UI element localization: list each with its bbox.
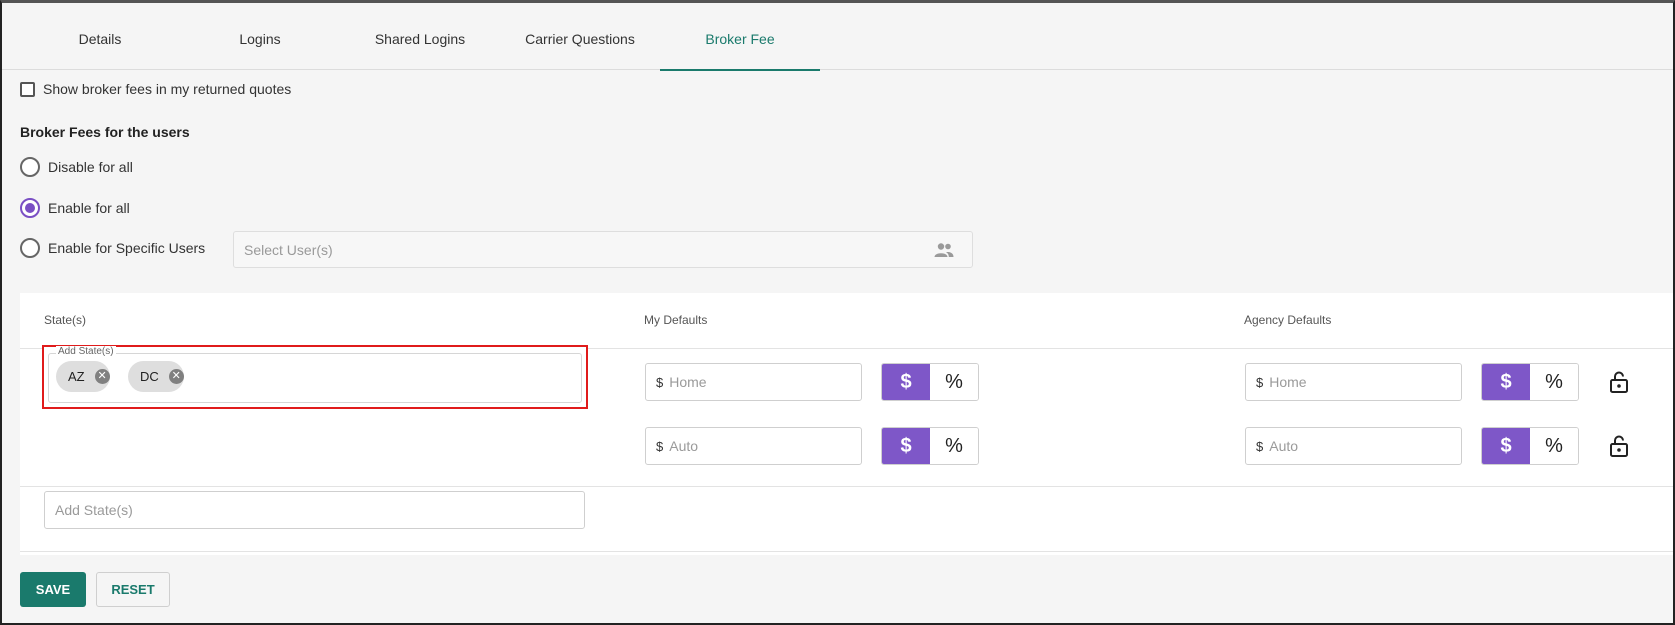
tab-logins[interactable]: Logins — [180, 7, 340, 70]
agency-auto-fee-input[interactable]: $ Auto — [1245, 427, 1462, 465]
auto-placeholder: Auto — [669, 438, 699, 454]
home-placeholder: Home — [669, 374, 707, 390]
agency-home-fee-type-toggle: $ % — [1481, 363, 1579, 401]
percent-toggle-button[interactable]: % — [930, 428, 978, 464]
tab-broker-fee[interactable]: Broker Fee — [660, 7, 820, 71]
my-auto-fee-input[interactable]: $ Auto — [645, 427, 862, 465]
broker-fee-page: Details Logins Shared Logins Carrier Que… — [0, 0, 1675, 625]
dollar-toggle-button[interactable]: $ — [882, 428, 930, 464]
states-column-header: State(s) — [44, 313, 87, 327]
divider — [20, 486, 1673, 487]
radio-disable-all[interactable]: Disable for all — [20, 157, 133, 177]
dollar-prefix: $ — [656, 374, 664, 390]
reset-button[interactable]: RESET — [96, 572, 170, 607]
percent-toggle-button[interactable]: % — [1530, 428, 1578, 464]
state-field-label: Add State(s) — [56, 346, 116, 357]
radio-button[interactable] — [20, 238, 40, 258]
dollar-prefix: $ — [1256, 374, 1264, 390]
agency-auto-fee-type-toggle: $ % — [1481, 427, 1579, 465]
radio-button-checked[interactable] — [20, 198, 40, 218]
select-users-field[interactable]: Select User(s) — [233, 231, 973, 268]
state-chip[interactable]: AZ ✕ — [56, 361, 110, 392]
tab-carrier-questions[interactable]: Carrier Questions — [500, 7, 660, 70]
home-placeholder: Home — [1269, 374, 1307, 390]
dollar-toggle-button[interactable]: $ — [1482, 364, 1530, 400]
agency-home-fee-input[interactable]: $ Home — [1245, 363, 1462, 401]
divider — [20, 551, 1673, 552]
unlock-icon[interactable] — [1609, 370, 1629, 394]
state-chip[interactable]: DC ✕ — [128, 361, 184, 392]
my-home-fee-input[interactable]: $ Home — [645, 363, 862, 401]
show-fees-checkbox[interactable] — [20, 81, 35, 97]
dollar-toggle-button[interactable]: $ — [882, 364, 930, 400]
dollar-prefix: $ — [1256, 438, 1264, 454]
people-icon — [934, 243, 954, 257]
unlock-icon[interactable] — [1609, 434, 1629, 458]
radio-label: Disable for all — [48, 159, 133, 175]
save-button[interactable]: SAVE — [20, 572, 86, 607]
radio-enable-specific[interactable]: Enable for Specific Users — [20, 238, 205, 258]
radio-button[interactable] — [20, 157, 40, 177]
dollar-prefix: $ — [656, 438, 664, 454]
percent-toggle-button[interactable]: % — [930, 364, 978, 400]
percent-toggle-button[interactable]: % — [1530, 364, 1578, 400]
remove-chip-icon[interactable]: ✕ — [168, 369, 184, 384]
chip-label: DC — [140, 369, 159, 384]
auto-placeholder: Auto — [1269, 438, 1299, 454]
agency-defaults-column-header: Agency Defaults — [1244, 313, 1332, 327]
my-defaults-column-header: My Defaults — [644, 313, 708, 327]
select-users-placeholder: Select User(s) — [244, 241, 333, 258]
tab-details[interactable]: Details — [20, 7, 180, 70]
add-state-placeholder: Add State(s) — [55, 502, 133, 518]
chip-label: AZ — [68, 369, 85, 384]
tab-shared-logins[interactable]: Shared Logins — [340, 7, 500, 70]
my-auto-fee-type-toggle: $ % — [881, 427, 979, 465]
remove-chip-icon[interactable]: ✕ — [94, 369, 110, 384]
state-fees-table: State(s) My Defaults Agency Defaults Add… — [20, 293, 1673, 555]
dollar-toggle-button[interactable]: $ — [1482, 428, 1530, 464]
show-fees-row[interactable]: Show broker fees in my returned quotes — [20, 81, 291, 97]
radio-label: Enable for Specific Users — [48, 240, 206, 256]
broker-fees-title: Broker Fees for the users — [20, 124, 190, 140]
radio-enable-all[interactable]: Enable for all — [20, 198, 130, 218]
radio-label: Enable for all — [48, 200, 130, 216]
my-home-fee-type-toggle: $ % — [881, 363, 979, 401]
show-fees-label: Show broker fees in my returned quotes — [43, 81, 292, 97]
tab-bar: Details Logins Shared Logins Carrier Que… — [2, 7, 1673, 71]
state-chips-field[interactable]: Add State(s) AZ ✕ DC ✕ — [42, 345, 588, 409]
add-state-input[interactable]: Add State(s) — [44, 491, 585, 529]
